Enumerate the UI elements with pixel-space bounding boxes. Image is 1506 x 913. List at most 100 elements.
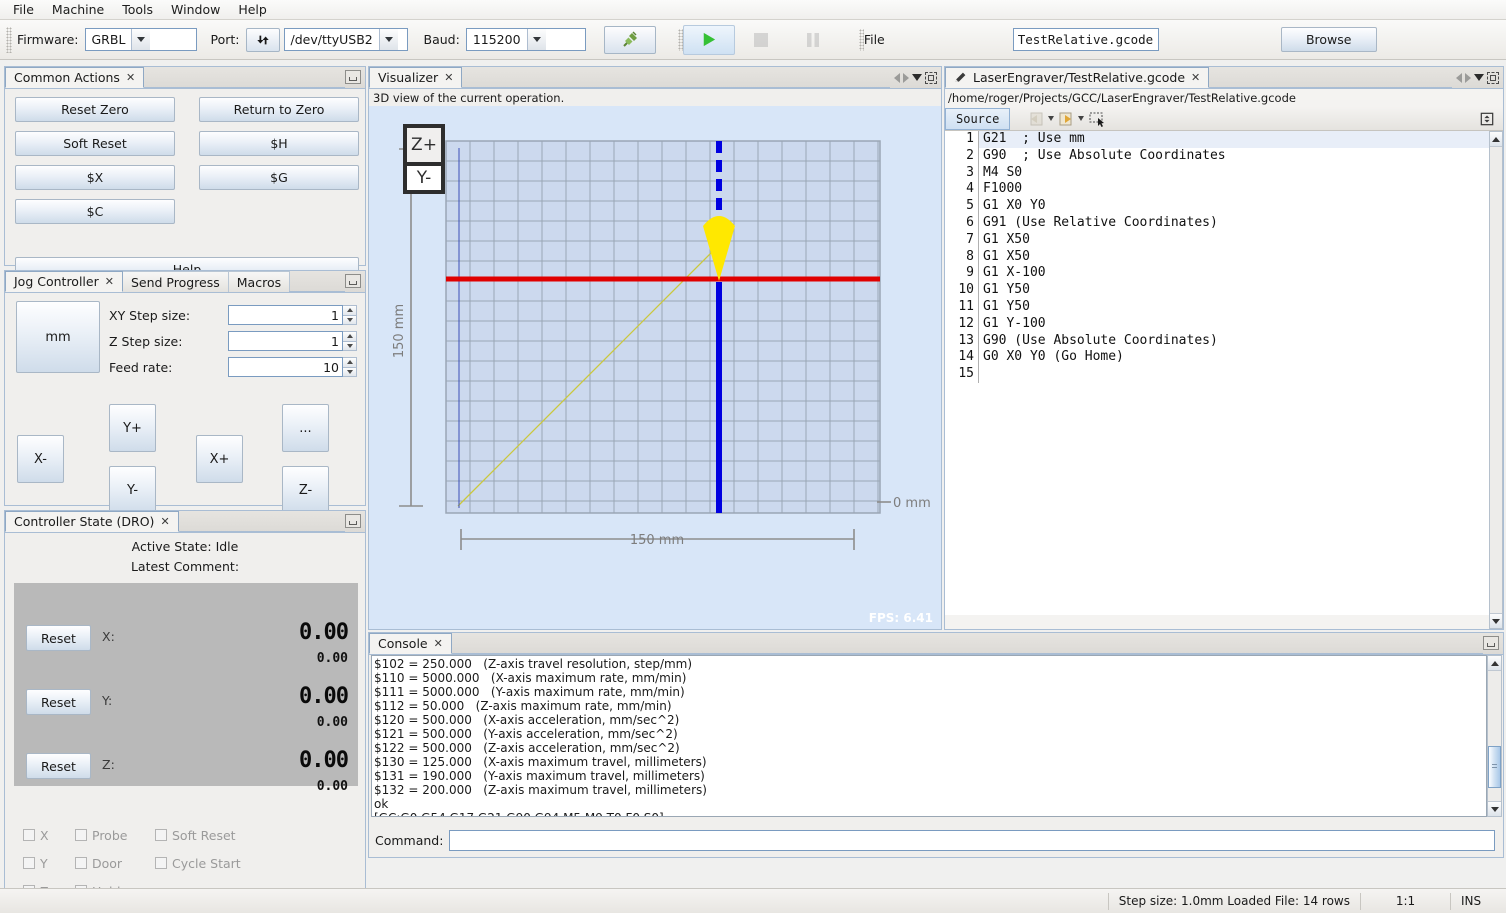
rectangular-selection-button[interactable]	[1086, 109, 1110, 129]
gcode-line[interactable]: 2 G90 ; Use Absolute Coordinates	[945, 147, 1489, 165]
tab-gcode-file[interactable]: LaserEngraver/TestRelative.gcode ✕	[945, 67, 1210, 88]
scroll-up-icon[interactable]	[1490, 132, 1502, 147]
checkbox-icon[interactable]	[75, 829, 87, 841]
menu-item-machine[interactable]: Machine	[43, 0, 113, 19]
jog-x-plus-button[interactable]: X+	[196, 435, 243, 483]
jog-x-minus-button[interactable]: X-	[17, 435, 64, 483]
gcode-line[interactable]: 8 G1 X50	[945, 248, 1489, 266]
stepper-down-icon[interactable]	[343, 367, 357, 377]
stepper-down-icon[interactable]	[343, 315, 357, 325]
stepper-up-icon[interactable]	[343, 305, 357, 316]
close-icon[interactable]: ✕	[444, 71, 453, 84]
scroll-down-icon[interactable]	[1490, 613, 1502, 628]
chevron-down-icon[interactable]	[1474, 74, 1484, 81]
xy-step-input[interactable]: 1	[228, 305, 343, 325]
gcode-line[interactable]: 13 G90 (Use Absolute Coordinates)	[945, 332, 1489, 350]
z-step-stepper[interactable]: 1	[228, 331, 357, 351]
scroll-right-icon[interactable]	[903, 72, 909, 83]
reset-x-button[interactable]: Reset	[26, 625, 91, 651]
tab-send-progress[interactable]: Send Progress	[121, 271, 229, 292]
pause-button[interactable]	[787, 25, 839, 55]
gcode-line[interactable]: 7 G1 X50	[945, 231, 1489, 249]
feed-rate-input[interactable]: 10	[228, 357, 343, 377]
reset-z-button[interactable]: Reset	[26, 753, 91, 779]
chevron-down-icon[interactable]	[912, 74, 922, 81]
gcode-line[interactable]: 15	[945, 366, 1489, 383]
minimize-icon[interactable]	[1483, 635, 1499, 650]
checkbox-icon[interactable]	[75, 857, 87, 869]
gcode-line[interactable]: 3 M4 S0	[945, 164, 1489, 182]
tab-jog-controller[interactable]: Jog Controller ✕	[5, 271, 123, 292]
check-mode-button[interactable]: $C	[15, 199, 175, 224]
gcode-line[interactable]: 14 G0 X0 Y0 (Go Home)	[945, 349, 1489, 367]
flag-cycle-start[interactable]: Cycle Start	[155, 856, 241, 871]
stepper-up-icon[interactable]	[343, 331, 357, 342]
reset-zero-button[interactable]: Reset Zero	[15, 97, 175, 122]
tab-console[interactable]: Console ✕	[369, 633, 452, 654]
maximize-icon[interactable]	[925, 71, 937, 84]
stepper-arrows[interactable]	[343, 357, 357, 377]
forward-button[interactable]	[1056, 109, 1076, 129]
maximize-icon[interactable]	[1487, 71, 1499, 84]
gcode-state-button[interactable]: $G	[199, 165, 359, 190]
gcode-line[interactable]: 4 F1000	[945, 181, 1489, 199]
jog-y-plus-button[interactable]: Y+	[109, 404, 156, 452]
gcode-line[interactable]: 10 G1 Y50	[945, 282, 1489, 299]
scroll-left-icon[interactable]	[1456, 72, 1462, 83]
gcode-line[interactable]: 5 G1 X0 Y0	[945, 198, 1489, 215]
feed-rate-stepper[interactable]: 10	[228, 357, 357, 377]
port-select[interactable]: /dev/ttyUSB2	[283, 28, 408, 51]
console-vertical-scrollbar[interactable]	[1487, 655, 1502, 817]
stop-button[interactable]	[735, 25, 787, 55]
chevron-down-icon[interactable]	[1078, 116, 1085, 121]
reset-y-button[interactable]: Reset	[26, 689, 91, 715]
unlock-button[interactable]: $X	[15, 165, 175, 190]
chevron-down-icon[interactable]	[1048, 116, 1055, 121]
tab-controller-state[interactable]: Controller State (DRO) ✕	[5, 511, 179, 532]
refresh-ports-button[interactable]	[245, 27, 280, 52]
menu-item-file[interactable]: File	[4, 0, 43, 19]
flag-y[interactable]: Y	[23, 856, 75, 871]
gcode-source-view[interactable]: 1 G21 ; Use mm 2 G90 ; Use Absolute Coordin…	[945, 131, 1489, 615]
flag-probe[interactable]: Probe	[75, 828, 155, 843]
editor-vertical-scrollbar[interactable]	[1489, 131, 1503, 629]
visualizer-canvas[interactable]: 150 mm 150 mm 0 mm Z+ Y- FPS: 6.41	[369, 106, 941, 629]
gcode-line[interactable]: 11 G1 Y50	[945, 298, 1489, 316]
flag-soft-reset[interactable]: Soft Reset	[155, 828, 236, 843]
minimize-icon[interactable]	[345, 69, 361, 84]
minimize-icon[interactable]	[345, 273, 361, 288]
close-icon[interactable]: ✕	[160, 515, 169, 528]
checkbox-icon[interactable]	[155, 829, 167, 841]
return-to-zero-button[interactable]: Return to Zero	[199, 97, 359, 122]
close-icon[interactable]: ✕	[126, 71, 135, 84]
menu-item-tools[interactable]: Tools	[113, 0, 162, 19]
toolbar-grip[interactable]	[6, 26, 12, 53]
close-icon[interactable]: ✕	[1191, 71, 1200, 84]
stepper-arrows[interactable]	[343, 331, 357, 351]
gcode-line[interactable]: 9 G1 X-100	[945, 265, 1489, 283]
flag-x[interactable]: X	[23, 828, 75, 843]
z-step-input[interactable]: 1	[228, 331, 343, 351]
console-output[interactable]: $102 = 250.000 (Z-axis travel resolution…	[371, 655, 1487, 817]
connect-button[interactable]	[603, 25, 656, 54]
firmware-select[interactable]: GRBL	[84, 28, 197, 51]
command-input[interactable]	[449, 829, 1495, 851]
jog-z-plus-button[interactable]: ...	[282, 404, 329, 452]
stepper-up-icon[interactable]	[343, 357, 357, 368]
tab-visualizer[interactable]: Visualizer ✕	[369, 67, 463, 88]
tab-source[interactable]: Source	[945, 107, 1011, 130]
close-icon[interactable]: ✕	[434, 637, 443, 650]
scrollbar-track[interactable]	[1490, 147, 1502, 613]
jog-z-minus-button[interactable]: Z-	[282, 466, 329, 514]
minimize-icon[interactable]	[345, 513, 361, 528]
stepper-down-icon[interactable]	[343, 341, 357, 351]
baud-select[interactable]: 115200	[465, 28, 586, 51]
scroll-right-icon[interactable]	[1465, 72, 1471, 83]
play-button[interactable]	[682, 24, 735, 55]
homing-button[interactable]: $H	[199, 131, 359, 156]
browse-button[interactable]: Browse	[1280, 27, 1377, 52]
soft-reset-button[interactable]: Soft Reset	[15, 131, 175, 156]
file-path-input[interactable]: TestRelative.gcode	[1012, 28, 1159, 51]
gcode-line[interactable]: 1 G21 ; Use mm	[945, 131, 1489, 148]
flag-door[interactable]: Door	[75, 856, 155, 871]
